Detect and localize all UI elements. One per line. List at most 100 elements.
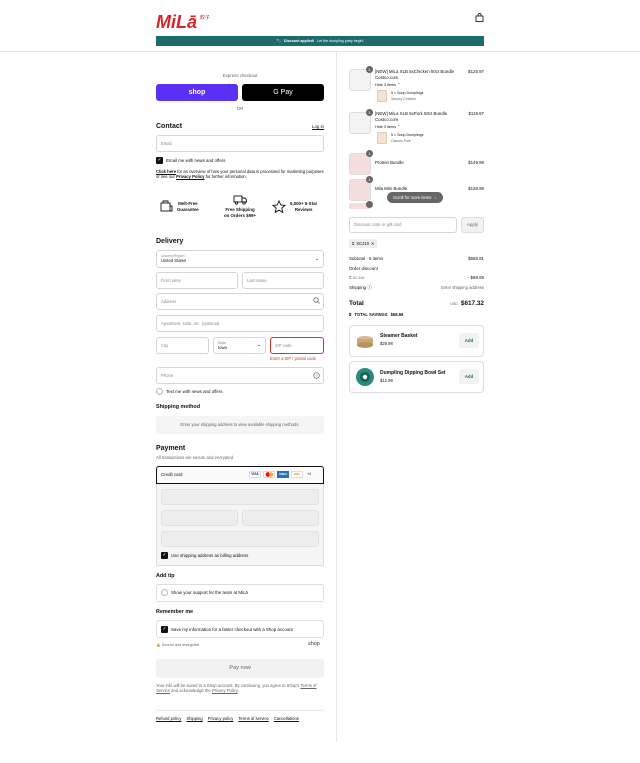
- tag-icon: ⌗: [349, 275, 352, 280]
- upsell-price: $12.99: [380, 378, 393, 383]
- item-price: $119.97: [468, 111, 484, 116]
- help-icon[interactable]: ⓘ: [367, 285, 371, 290]
- help-icon[interactable]: ?: [313, 372, 320, 381]
- name-on-card-field[interactable]: [161, 531, 319, 547]
- add-upsell-button[interactable]: Add: [459, 333, 479, 348]
- savings-value: $68.59: [390, 312, 404, 317]
- payment-subtitle: All transactions are secure and encrypte…: [156, 455, 235, 460]
- refund-policy-link[interactable]: Refund policy: [156, 716, 181, 721]
- chevron-up-icon: ⌃: [397, 83, 401, 87]
- shipping-method-title: Shipping method: [156, 404, 201, 410]
- perk-line1: Melt-Free: [178, 200, 198, 206]
- shipping-link[interactable]: Shipping: [186, 716, 202, 721]
- banner-text: Discount applied!: [284, 38, 315, 43]
- tag-icon: ⌗: [352, 240, 355, 246]
- upsell-thumbnail: [354, 366, 376, 388]
- privacy-policy-link[interactable]: Privacy Policy: [176, 174, 204, 179]
- cancellations-link[interactable]: Cancellations: [274, 716, 299, 721]
- sub-item-thumbnail: [377, 90, 387, 102]
- privacy-link[interactable]: Privacy Policy: [212, 688, 238, 693]
- legal-text: .: [237, 688, 239, 694]
- billing-checkbox[interactable]: ✓: [161, 552, 168, 559]
- text-me-checkbox[interactable]: [156, 388, 163, 395]
- apply-button[interactable]: Apply: [461, 217, 484, 233]
- scroll-hint-text: Scroll for more items: [393, 194, 432, 200]
- city-field[interactable]: City: [156, 337, 209, 354]
- perk-free-shipping: Free Shipping on Orders $99+: [218, 195, 262, 218]
- credit-card-label: Credit card: [161, 472, 183, 477]
- email-field[interactable]: Email: [156, 135, 324, 152]
- column-divider: [336, 52, 337, 742]
- address-field[interactable]: Address: [156, 293, 324, 310]
- click-here-link[interactable]: Click here: [156, 169, 176, 174]
- contact-title: Contact: [156, 123, 183, 130]
- total-value: $617.32: [460, 300, 484, 307]
- delivery-title: Delivery: [156, 238, 184, 245]
- tag-icon: 🏷: [276, 38, 282, 43]
- shopping-bag-icon[interactable]: [475, 13, 484, 22]
- zip-field[interactable]: ZIP code: [270, 337, 324, 354]
- svg-text:餃子: 餃子: [200, 14, 210, 21]
- footer-links: Refund policy Shipping Privacy policy Te…: [156, 716, 299, 721]
- mila-logo[interactable]: MiLā 餃子: [156, 10, 212, 32]
- discover-icon: DISC: [291, 471, 303, 478]
- item-name: [NEW] MiLa XLB 5xChicken 50ct Bundle Cos…: [375, 69, 455, 80]
- discount-code-value: XCJ10: [352, 275, 365, 280]
- last-name-field[interactable]: Last name: [242, 272, 324, 289]
- add-upsell-button[interactable]: Add: [459, 369, 479, 384]
- arrow-down-icon: ↓: [434, 194, 437, 200]
- upsell-name: Dumpling Dipping Bowl Set: [380, 370, 446, 376]
- secure-text: Secure and encrypted: [161, 643, 199, 647]
- express-checkout-label: Express checkout: [222, 73, 258, 78]
- privacy-note: Click here for an overview of how your p…: [156, 169, 324, 180]
- secure-note: 🔒 Secure and encrypted: [156, 643, 199, 648]
- svg-text:?: ?: [315, 373, 318, 378]
- privacy-policy-footer-link[interactable]: Privacy policy: [208, 716, 234, 721]
- shop-pay-button[interactable]: shop: [156, 84, 238, 101]
- country-select[interactable]: Country/Region United States: [156, 250, 324, 268]
- quantity-badge: [366, 201, 373, 208]
- shipping-label: Shipping: [349, 285, 367, 290]
- remember-label: Save my information for a faster checkou…: [171, 627, 293, 632]
- remove-discount-icon[interactable]: ✕: [371, 241, 375, 246]
- terms-of-service-link[interactable]: Terms of service: [238, 716, 268, 721]
- subtotal-value: $685.91: [468, 256, 484, 261]
- tip-checkbox[interactable]: [161, 589, 168, 596]
- shipping-method-message: Enter your shipping address to view avai…: [156, 416, 324, 434]
- perk-line2: on Orders $99+: [223, 212, 257, 218]
- scroll-more-pill[interactable]: Scroll for more items ↓: [387, 192, 443, 203]
- google-pay-button[interactable]: G Pay: [242, 84, 324, 101]
- item-price: $149.99: [468, 160, 484, 165]
- hide-items-toggle[interactable]: Hide 3 items ⌃: [375, 83, 400, 88]
- first-name-field[interactable]: First name: [156, 272, 238, 289]
- pay-now-button[interactable]: Pay now: [156, 659, 324, 678]
- add-tip-title: Add tip: [156, 573, 175, 579]
- sub-item-variant: Classic Pork: [391, 139, 411, 143]
- quantity-badge: 1: [366, 66, 373, 73]
- privacy-text-end: for further information.: [204, 174, 247, 180]
- phone-field[interactable]: Phone: [156, 367, 324, 384]
- banner-subtext: Let the dumpling party begin!: [317, 38, 364, 43]
- card-number-field[interactable]: [161, 489, 319, 505]
- upsell-price: $29.98: [380, 341, 393, 346]
- upsell-thumbnail: [354, 330, 376, 352]
- item-price: $125.97: [468, 69, 484, 74]
- sub-item-name: 5 × Soup Dumplings: [391, 133, 424, 137]
- snowflake-icon: [160, 200, 173, 212]
- news-checkbox[interactable]: ✓: [156, 157, 163, 164]
- discount-code-field[interactable]: Discount code or gift card: [349, 217, 457, 233]
- legal-note: Your info will be saved to a Shop accoun…: [156, 683, 324, 694]
- payment-title: Payment: [156, 445, 186, 452]
- perk-melt-free: Melt-Free Guarantee: [160, 200, 199, 213]
- total-savings: ⌗ TOTAL SAVINGS $68.59: [349, 312, 403, 317]
- login-link[interactable]: Log in: [300, 124, 324, 130]
- text-me-label: Text me with news and offers: [166, 389, 223, 394]
- total-label: Total: [349, 300, 364, 307]
- apartment-field[interactable]: Apartment, suite, etc. (optional): [156, 315, 324, 332]
- legal-text: and acknowledge the: [169, 688, 212, 694]
- hide-items-toggle[interactable]: Hide 3 items ⌃: [375, 125, 400, 130]
- security-code-field[interactable]: [242, 510, 319, 526]
- discount-amount: - $68.59: [467, 275, 484, 280]
- remember-checkbox[interactable]: ✓: [161, 626, 168, 633]
- expiry-field[interactable]: [161, 510, 238, 526]
